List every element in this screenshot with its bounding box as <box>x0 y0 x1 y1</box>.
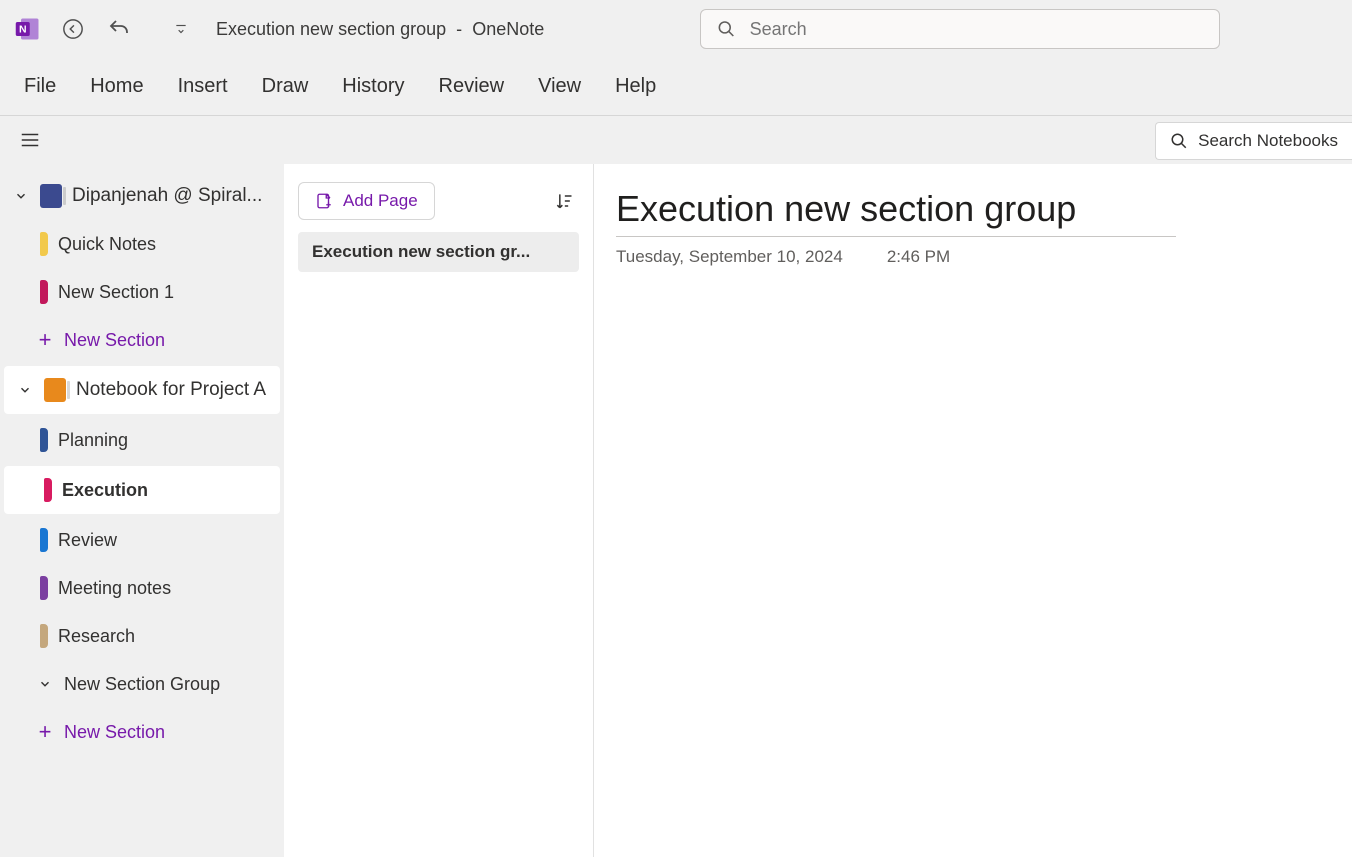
secondary-toolbar: Search Notebooks <box>0 116 1352 164</box>
add-page-label: Add Page <box>343 191 418 211</box>
page-date: Tuesday, September 10, 2024 <box>616 247 843 267</box>
new-section-label: New Section <box>64 330 276 351</box>
window-title: Execution new section group - OneNote <box>216 19 544 40</box>
section-item[interactable]: Meeting notes <box>0 564 284 612</box>
search-icon <box>717 19 736 39</box>
chevron-down-icon <box>16 381 34 399</box>
section-group-label: New Section Group <box>64 674 276 695</box>
undo-button[interactable] <box>102 12 136 46</box>
section-item[interactable]: Review <box>0 516 284 564</box>
nav-toggle-button[interactable] <box>16 126 44 154</box>
notebook-icon <box>40 184 62 208</box>
ribbon: File Home Insert Draw History Review Vie… <box>0 58 1352 116</box>
notebook-icon <box>44 378 66 402</box>
search-icon <box>1170 132 1188 150</box>
add-page-button[interactable]: Add Page <box>298 182 435 220</box>
ribbon-tab-file[interactable]: File <box>24 75 56 98</box>
section-group-item[interactable]: New Section Group <box>0 660 284 708</box>
ribbon-tab-draw[interactable]: Draw <box>262 75 309 98</box>
search-box[interactable] <box>700 9 1220 49</box>
section-color-tab <box>40 280 48 304</box>
page-title[interactable]: Execution new section group <box>616 188 1176 237</box>
add-page-icon <box>315 192 333 210</box>
section-label: Quick Notes <box>58 234 276 255</box>
search-notebooks-button[interactable]: Search Notebooks <box>1155 122 1352 160</box>
new-section-label: New Section <box>64 722 276 743</box>
section-label: New Section 1 <box>58 282 276 303</box>
section-item[interactable]: Quick Notes <box>0 220 284 268</box>
new-section-button[interactable]: + New Section <box>0 708 284 756</box>
app-icon: N <box>12 13 44 45</box>
section-item[interactable]: New Section 1 <box>0 268 284 316</box>
plus-icon: + <box>36 327 54 353</box>
section-color-tab <box>44 478 52 502</box>
section-label: Planning <box>58 430 276 451</box>
back-button[interactable] <box>56 12 90 46</box>
page-meta: Tuesday, September 10, 2024 2:46 PM <box>616 247 1352 267</box>
search-notebooks-label: Search Notebooks <box>1198 131 1338 151</box>
section-label: Execution <box>62 480 272 501</box>
ribbon-tab-history[interactable]: History <box>342 75 404 98</box>
section-label: Research <box>58 626 276 647</box>
section-label: Review <box>58 530 276 551</box>
customize-qat-button[interactable] <box>164 12 198 46</box>
chevron-down-icon <box>36 675 54 693</box>
ribbon-tab-review[interactable]: Review <box>439 75 505 98</box>
notebook-header[interactable]: Notebook for Project A <box>4 366 280 414</box>
page-time: 2:46 PM <box>887 247 950 267</box>
section-item[interactable]: Execution <box>4 466 280 514</box>
page-item-title: Execution new section gr... <box>312 242 530 262</box>
section-color-tab <box>40 428 48 452</box>
pages-panel: Add Page Execution new section gr... <box>284 164 594 857</box>
section-color-tab <box>40 624 48 648</box>
section-color-tab <box>40 576 48 600</box>
title-bar: N Execution new section group - OneNote <box>0 0 1352 58</box>
ribbon-tab-help[interactable]: Help <box>615 75 656 98</box>
section-color-tab <box>40 232 48 256</box>
notebook-name: Notebook for Project A <box>76 379 272 401</box>
notebook-name: Dipanjenah @ Spiral... <box>72 185 276 207</box>
sort-icon <box>554 191 574 211</box>
plus-icon: + <box>36 719 54 745</box>
search-input[interactable] <box>750 19 1203 40</box>
section-label: Meeting notes <box>58 578 276 599</box>
page-item[interactable]: Execution new section gr... <box>298 232 579 272</box>
notebook-sidebar: Dipanjenah @ Spiral... Quick Notes New S… <box>0 164 284 857</box>
ribbon-tab-home[interactable]: Home <box>90 75 143 98</box>
section-color-tab <box>40 528 48 552</box>
section-item[interactable]: Research <box>0 612 284 660</box>
sort-pages-button[interactable] <box>549 186 579 216</box>
ribbon-tab-view[interactable]: View <box>538 75 581 98</box>
pages-header: Add Page <box>298 182 579 220</box>
section-item[interactable]: Planning <box>0 416 284 464</box>
notebook-header[interactable]: Dipanjenah @ Spiral... <box>0 172 284 220</box>
svg-text:N: N <box>19 24 27 36</box>
chevron-down-icon <box>12 187 30 205</box>
main-area: Dipanjenah @ Spiral... Quick Notes New S… <box>0 164 1352 857</box>
page-content[interactable]: Execution new section group Tuesday, Sep… <box>594 164 1352 857</box>
new-section-button[interactable]: + New Section <box>0 316 284 364</box>
ribbon-tab-insert[interactable]: Insert <box>178 75 228 98</box>
